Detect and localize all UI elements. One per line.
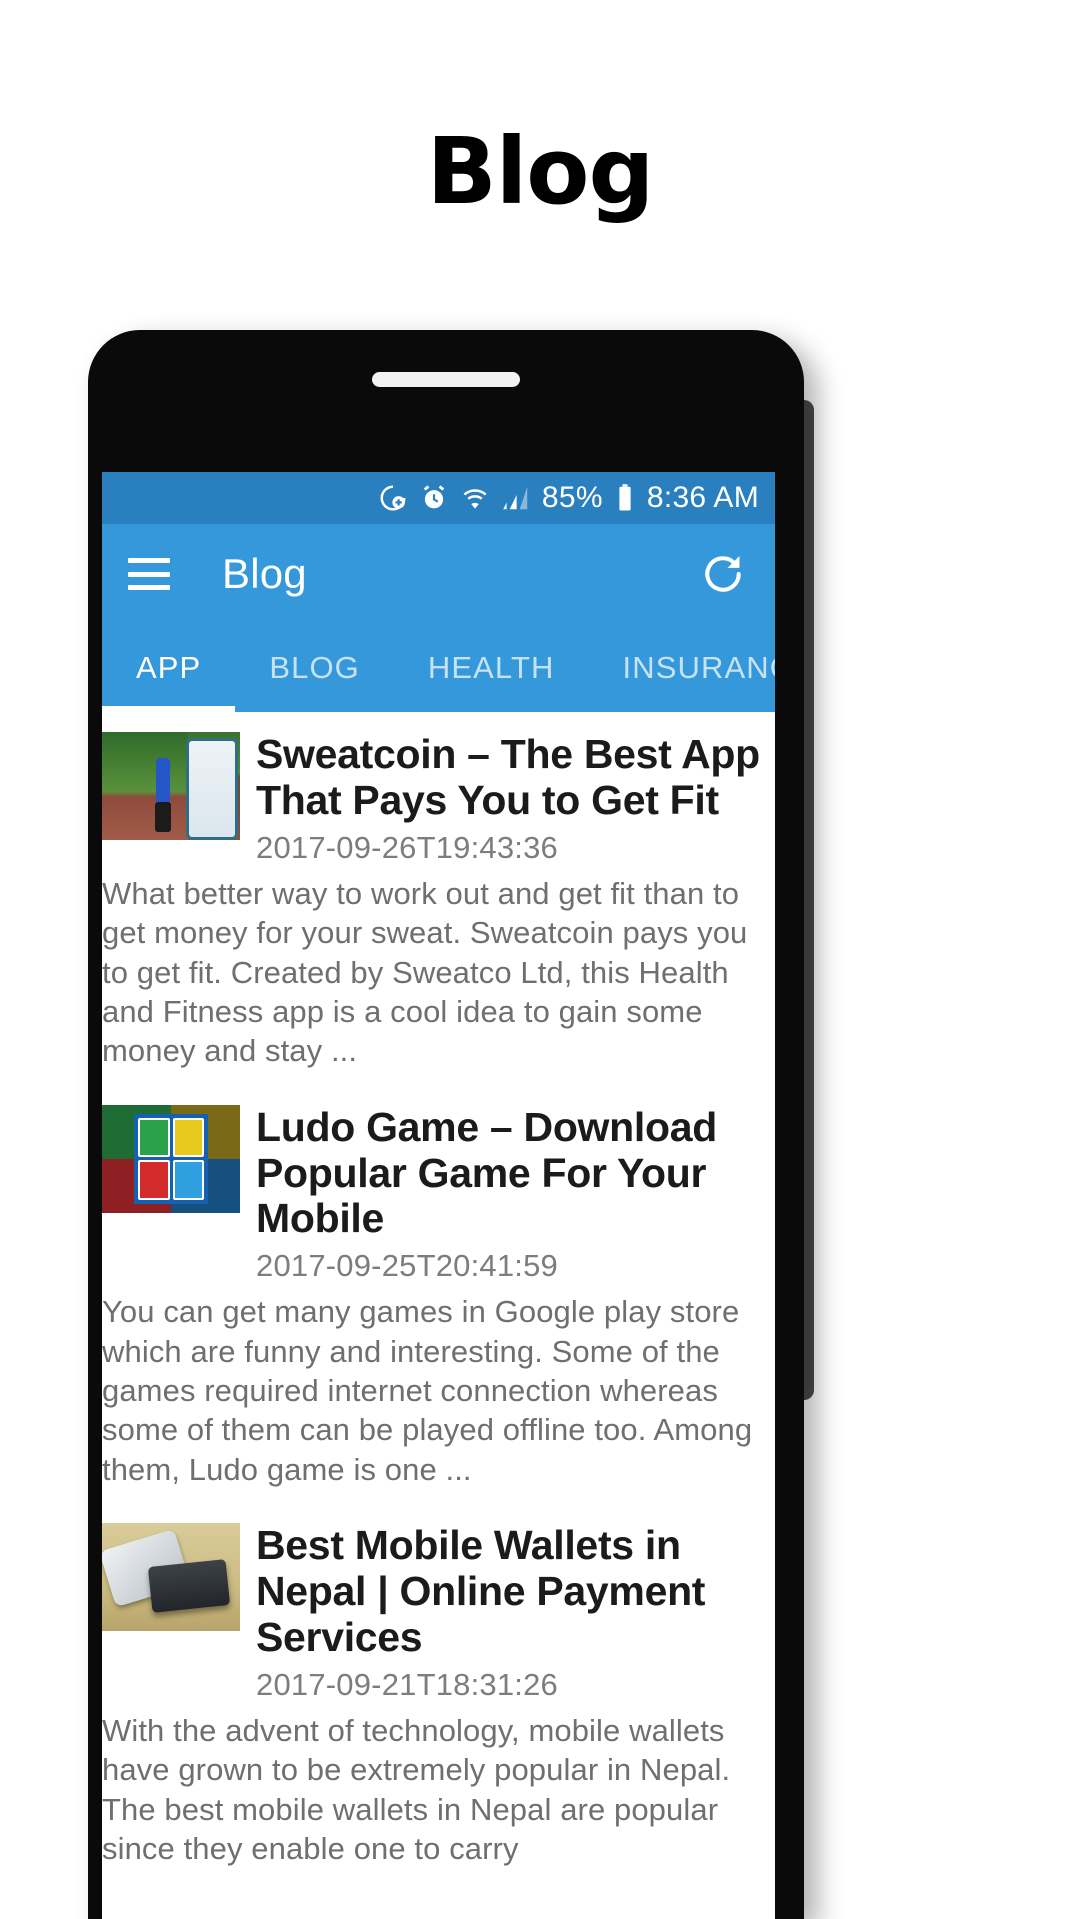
phone-earpiece-speaker bbox=[372, 372, 520, 387]
list-item[interactable]: Ludo Game – Download Popular Game For Yo… bbox=[102, 1085, 775, 1504]
article-list[interactable]: Sweatcoin – The Best App That Pays You t… bbox=[102, 712, 775, 1919]
article-excerpt: What better way to work out and get fit … bbox=[102, 875, 748, 1069]
tab-bar[interactable]: APP BLOG HEALTH INSURANCE MOBILE bbox=[102, 624, 775, 712]
article-excerpt: With the advent of technology, mobile wa… bbox=[102, 1712, 731, 1866]
list-item[interactable]: Best Mobile Wallets in Nepal | Online Pa… bbox=[102, 1503, 775, 1882]
phone-mockup: 85% 8:36 AM Blog APP BLOG HEALTH INSURAN… bbox=[88, 330, 814, 1919]
article-header: Ludo Game – Download Popular Game For Yo… bbox=[102, 1089, 775, 1285]
article-header: Sweatcoin – The Best App That Pays You t… bbox=[102, 716, 775, 866]
alarm-icon bbox=[419, 483, 449, 513]
ludo-board-thumbnail bbox=[102, 1104, 240, 1213]
article-title[interactable]: Ludo Game – Download Popular Game For Yo… bbox=[256, 1104, 761, 1243]
article-date: 2017-09-21T18:31:26 bbox=[256, 1666, 558, 1702]
phone-and-wallet-thumbnail bbox=[102, 1523, 240, 1632]
page-title: Blog bbox=[426, 118, 655, 225]
phone-screen: 85% 8:36 AM Blog APP BLOG HEALTH INSURAN… bbox=[102, 472, 775, 1919]
article-excerpt: You can get many games in Google play st… bbox=[102, 1294, 753, 1487]
article-text-block: Ludo Game – Download Popular Game For Yo… bbox=[240, 1104, 761, 1285]
article-header: Best Mobile Wallets in Nepal | Online Pa… bbox=[102, 1507, 775, 1703]
toolbar-title: Blog bbox=[222, 550, 307, 597]
hamburger-menu-icon[interactable] bbox=[128, 558, 170, 590]
add-circle-icon bbox=[378, 483, 408, 513]
article-date: 2017-09-26T19:43:36 bbox=[256, 829, 558, 865]
signal-icon bbox=[501, 483, 531, 513]
tab-health[interactable]: HEALTH bbox=[394, 624, 589, 712]
tab-app[interactable]: APP bbox=[102, 624, 236, 712]
article-title[interactable]: Best Mobile Wallets in Nepal | Online Pa… bbox=[256, 1522, 761, 1661]
tab-blog[interactable]: BLOG bbox=[235, 624, 394, 712]
article-title[interactable]: Sweatcoin – The Best App That Pays You t… bbox=[256, 731, 761, 824]
app-toolbar: Blog bbox=[102, 524, 775, 624]
battery-icon bbox=[614, 483, 636, 513]
article-date: 2017-09-25T20:41:59 bbox=[256, 1248, 558, 1284]
battery-percent-label: 85% bbox=[541, 481, 603, 514]
article-text-block: Sweatcoin – The Best App That Pays You t… bbox=[240, 731, 761, 866]
article-text-block: Best Mobile Wallets in Nepal | Online Pa… bbox=[240, 1522, 761, 1703]
wifi-icon bbox=[460, 483, 490, 513]
runner-with-phone-thumbnail bbox=[102, 732, 240, 840]
list-item[interactable]: Sweatcoin – The Best App That Pays You t… bbox=[102, 712, 775, 1085]
tab-insurance[interactable]: INSURANCE bbox=[589, 624, 776, 712]
status-bar: 85% 8:36 AM bbox=[102, 472, 775, 524]
refresh-icon[interactable] bbox=[697, 548, 749, 600]
clock-label: 8:36 AM bbox=[646, 481, 759, 514]
